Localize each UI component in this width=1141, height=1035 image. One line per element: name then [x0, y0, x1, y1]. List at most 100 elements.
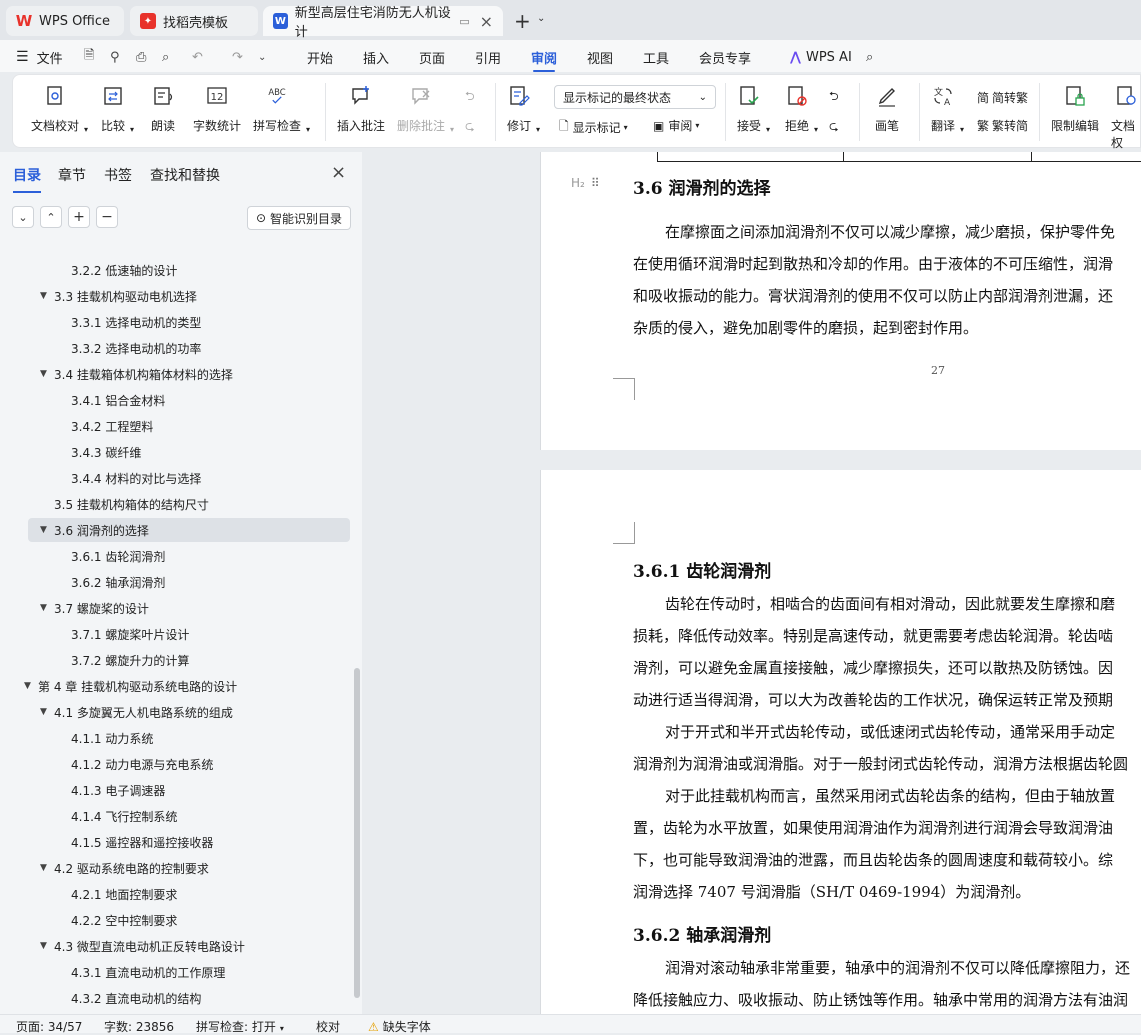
- paragraph-line[interactable]: 对于此挂载机构而言，虽然采用闭式齿轮齿条的结构，但由于轴放置: [665, 780, 1115, 812]
- tab-chapters[interactable]: 章节: [58, 165, 86, 185]
- toc-item[interactable]: ▼ 第 4 章 挂载机构驱动系统电路的设计: [24, 674, 237, 698]
- toc-item[interactable]: 3.4.2 工程塑料: [71, 414, 153, 438]
- reject-button[interactable]: 拒绝 ▾: [785, 83, 818, 134]
- expand-arrow-icon[interactable]: ▼: [40, 863, 54, 873]
- toc-item[interactable]: 3.5 挂载机构箱体的结构尺寸: [54, 492, 209, 516]
- heading-3-6-1[interactable]: 3.6.1 齿轮润滑剂: [633, 557, 771, 582]
- paragraph-line[interactable]: 润滑选择 7407 号润滑脂（SH/T 0469-1994）为润滑剂。: [633, 876, 1030, 908]
- tab-document[interactable]: W 新型高层住宅消防无人机设计 ▭ ×: [263, 6, 503, 40]
- add-heading-button[interactable]: +: [68, 206, 90, 228]
- paragraph-line[interactable]: 动进行适当得润滑，可以大为改善轮齿的工作状况，确保运转正常及预期: [633, 684, 1113, 716]
- heading-3-6[interactable]: 3.6 润滑剂的选择: [633, 174, 771, 199]
- menu-start[interactable]: 开始: [307, 46, 333, 68]
- markup-state-select[interactable]: 显示标记的最终状态 ⌄: [554, 85, 716, 109]
- toc-item[interactable]: 4.1.5 遥控器和遥控接收器: [71, 830, 213, 854]
- tab-toc[interactable]: 目录: [13, 165, 41, 193]
- paragraph-line[interactable]: 置，齿轮为水平放置，如果使用润滑油作为润滑剂进行润滑会导致润滑油: [633, 812, 1113, 844]
- toc-item[interactable]: 3.4.1 铝合金材料: [71, 388, 165, 412]
- paragraph-line[interactable]: 润滑对滚动轴承非常重要，轴承中的润滑剂不仅可以降低摩擦阻力，还: [665, 952, 1130, 984]
- toc-item[interactable]: 4.1.2 动力电源与充电系统: [71, 752, 213, 776]
- toc-item[interactable]: 3.3.2 选择电动机的功率: [71, 336, 201, 360]
- share-icon[interactable]: ⚲: [110, 46, 120, 68]
- tab-bookmarks[interactable]: 书签: [104, 165, 132, 185]
- paragraph-line[interactable]: 滑剂，可以避免金属直接接触，减少摩擦损失，还可以散热及防锈蚀。因: [633, 652, 1113, 684]
- menu-page[interactable]: 页面: [419, 46, 445, 68]
- doc-permission-button[interactable]: 文档权: [1111, 83, 1140, 151]
- tab-wps-office[interactable]: W WPS Office: [6, 6, 124, 36]
- toc-item[interactable]: 3.2.2 低速轴的设计: [71, 258, 177, 282]
- toc-item[interactable]: ▼ 3.6 润滑剂的选择: [28, 518, 350, 542]
- collapse-all-button[interactable]: ⌄: [12, 206, 34, 228]
- menu-tools[interactable]: 工具: [643, 46, 669, 68]
- toc-item[interactable]: 3.6.2 轴承润滑剂: [71, 570, 165, 594]
- tab-find-replace[interactable]: 查找和替换: [150, 165, 220, 185]
- paragraph-line[interactable]: 下，也可能导致润滑油的泄露，而且齿轮齿条的圆周速度和载荷较小。综: [633, 844, 1113, 876]
- expand-arrow-icon[interactable]: ▼: [40, 707, 54, 717]
- missing-font-status[interactable]: ⚠ 缺失字体: [368, 1018, 431, 1035]
- revise-button[interactable]: 修订 ▾: [507, 83, 540, 134]
- toc-item[interactable]: 4.1.3 电子调速器: [71, 778, 165, 802]
- close-pane-icon[interactable]: ×: [331, 162, 346, 183]
- wps-ai-button[interactable]: ⋀ WPS AI: [790, 46, 852, 68]
- expand-arrow-icon[interactable]: ▼: [40, 369, 54, 379]
- redo-icon[interactable]: ↷: [232, 46, 243, 68]
- toc-item[interactable]: 3.7.1 螺旋桨叶片设计: [71, 622, 189, 646]
- translate-button[interactable]: 文A 翻译 ▾: [931, 83, 964, 134]
- toc-item[interactable]: ▼ 3.3 挂载机构驱动电机选择: [40, 284, 197, 308]
- insert-comment-button[interactable]: 插入批注: [337, 83, 385, 134]
- toc-item[interactable]: 4.2.1 地面控制要求: [71, 882, 177, 906]
- toc-item[interactable]: ▼ 3.4 挂载箱体机构箱体材料的选择: [40, 362, 233, 386]
- simplified-to-traditional-button[interactable]: 简简转繁: [977, 89, 1028, 106]
- toc-item[interactable]: 3.6.1 齿轮润滑剂: [71, 544, 165, 568]
- file-menu[interactable]: ☰ 文件: [16, 46, 63, 68]
- word-count-status[interactable]: 字数: 23856: [104, 1018, 174, 1035]
- toc-item[interactable]: 4.2.2 空中控制要求: [71, 908, 177, 932]
- paragraph-line[interactable]: 对于开式和半开式齿轮传动，或低速闭式齿轮传动，通常采用手动定: [665, 716, 1115, 748]
- expand-arrow-icon[interactable]: ▼: [40, 525, 54, 535]
- undo-icon[interactable]: ↶: [192, 46, 203, 68]
- heading-3-6-2[interactable]: 3.6.2 轴承润滑剂: [633, 921, 771, 946]
- paragraph-line[interactable]: 在使用循环润滑时起到散热和冷却的作用。由于液体的不可压缩性，润滑: [633, 248, 1113, 280]
- expand-up-button[interactable]: ⌃: [40, 206, 62, 228]
- show-markup-button[interactable]: 🗋 显示标记 ▾: [559, 117, 628, 138]
- page-indicator[interactable]: 页面: 34/57: [16, 1018, 82, 1035]
- print-preview-icon[interactable]: ⌕: [162, 46, 169, 68]
- close-tab-icon[interactable]: ×: [480, 12, 493, 31]
- paragraph-line[interactable]: 和吸收振动的能力。膏状润滑剂的使用不仅可以防止内部润滑剂泄漏，还: [633, 280, 1113, 312]
- toc-item[interactable]: ▼ 3.7 螺旋桨的设计: [40, 596, 149, 620]
- toc-item[interactable]: ▼ 4.1 多旋翼无人机电路系统的组成: [40, 700, 233, 724]
- next-comment-icon[interactable]: ⮎: [465, 117, 475, 138]
- expand-arrow-icon[interactable]: ▼: [40, 291, 54, 301]
- paragraph-line[interactable]: 在摩擦面之间添加润滑剂不仅可以减少摩擦，减少磨损，保护零件免: [665, 216, 1115, 248]
- toc-item[interactable]: 3.7.2 螺旋升力的计算: [71, 648, 189, 672]
- paragraph-line[interactable]: 齿轮在传动时，相啮合的齿面间有相对滑动，因此就要发生摩擦和磨: [665, 588, 1115, 620]
- toc-scrollbar[interactable]: [354, 668, 360, 998]
- toc-item[interactable]: 3.4.3 碳纤维: [71, 440, 141, 464]
- smart-toc-button[interactable]: ⊙ 智能识别目录: [247, 206, 351, 230]
- remove-heading-button[interactable]: −: [96, 206, 118, 228]
- tab-list-chevron-icon[interactable]: ⌄: [537, 13, 545, 24]
- toc-item[interactable]: 4.3.1 直流电动机的工作原理: [71, 960, 225, 984]
- paragraph-line[interactable]: 损耗，降低传动效率。特别是高速传动，就更需要考虑齿轮润滑。轮齿啮: [633, 620, 1113, 652]
- search-icon[interactable]: ⌕: [866, 46, 873, 68]
- toc-item[interactable]: ▼ 4.2 驱动系统电路的控制要求: [40, 856, 209, 880]
- paragraph-line[interactable]: 杂质的侵入，避免加剧零件的磨损，起到密封作用。: [633, 312, 978, 344]
- toc-item[interactable]: 4.3.2 直流电动机的结构: [71, 986, 201, 1006]
- pen-button[interactable]: 画笔: [875, 83, 899, 134]
- menu-member[interactable]: 会员专享: [699, 46, 751, 68]
- window-icon[interactable]: ▭: [459, 15, 469, 28]
- spell-check-button[interactable]: ABC 拼写检查 ▾: [253, 83, 310, 134]
- next-revision-icon[interactable]: ⮎: [829, 117, 839, 138]
- menu-references[interactable]: 引用: [475, 46, 501, 68]
- expand-arrow-icon[interactable]: ▼: [40, 941, 54, 951]
- word-count-button[interactable]: 12 字数统计: [193, 83, 241, 134]
- menu-view[interactable]: 视图: [587, 46, 613, 68]
- read-aloud-button[interactable]: 朗读: [151, 83, 175, 134]
- tab-template[interactable]: ✦ 找稻壳模板: [130, 6, 258, 36]
- toc-item[interactable]: ▼ 4.3 微型直流电动机正反转电路设计: [40, 934, 245, 958]
- expand-arrow-icon[interactable]: ▼: [24, 681, 38, 691]
- heading-level-marker[interactable]: H₂ ⠿: [571, 176, 600, 190]
- new-tab-button[interactable]: +: [514, 9, 531, 33]
- paragraph-line[interactable]: 润滑剂为润滑油或润滑脂。对于一般封闭式齿轮传动，润滑方法根据齿轮圆: [633, 748, 1128, 780]
- restrict-edit-button[interactable]: 限制编辑: [1051, 83, 1099, 134]
